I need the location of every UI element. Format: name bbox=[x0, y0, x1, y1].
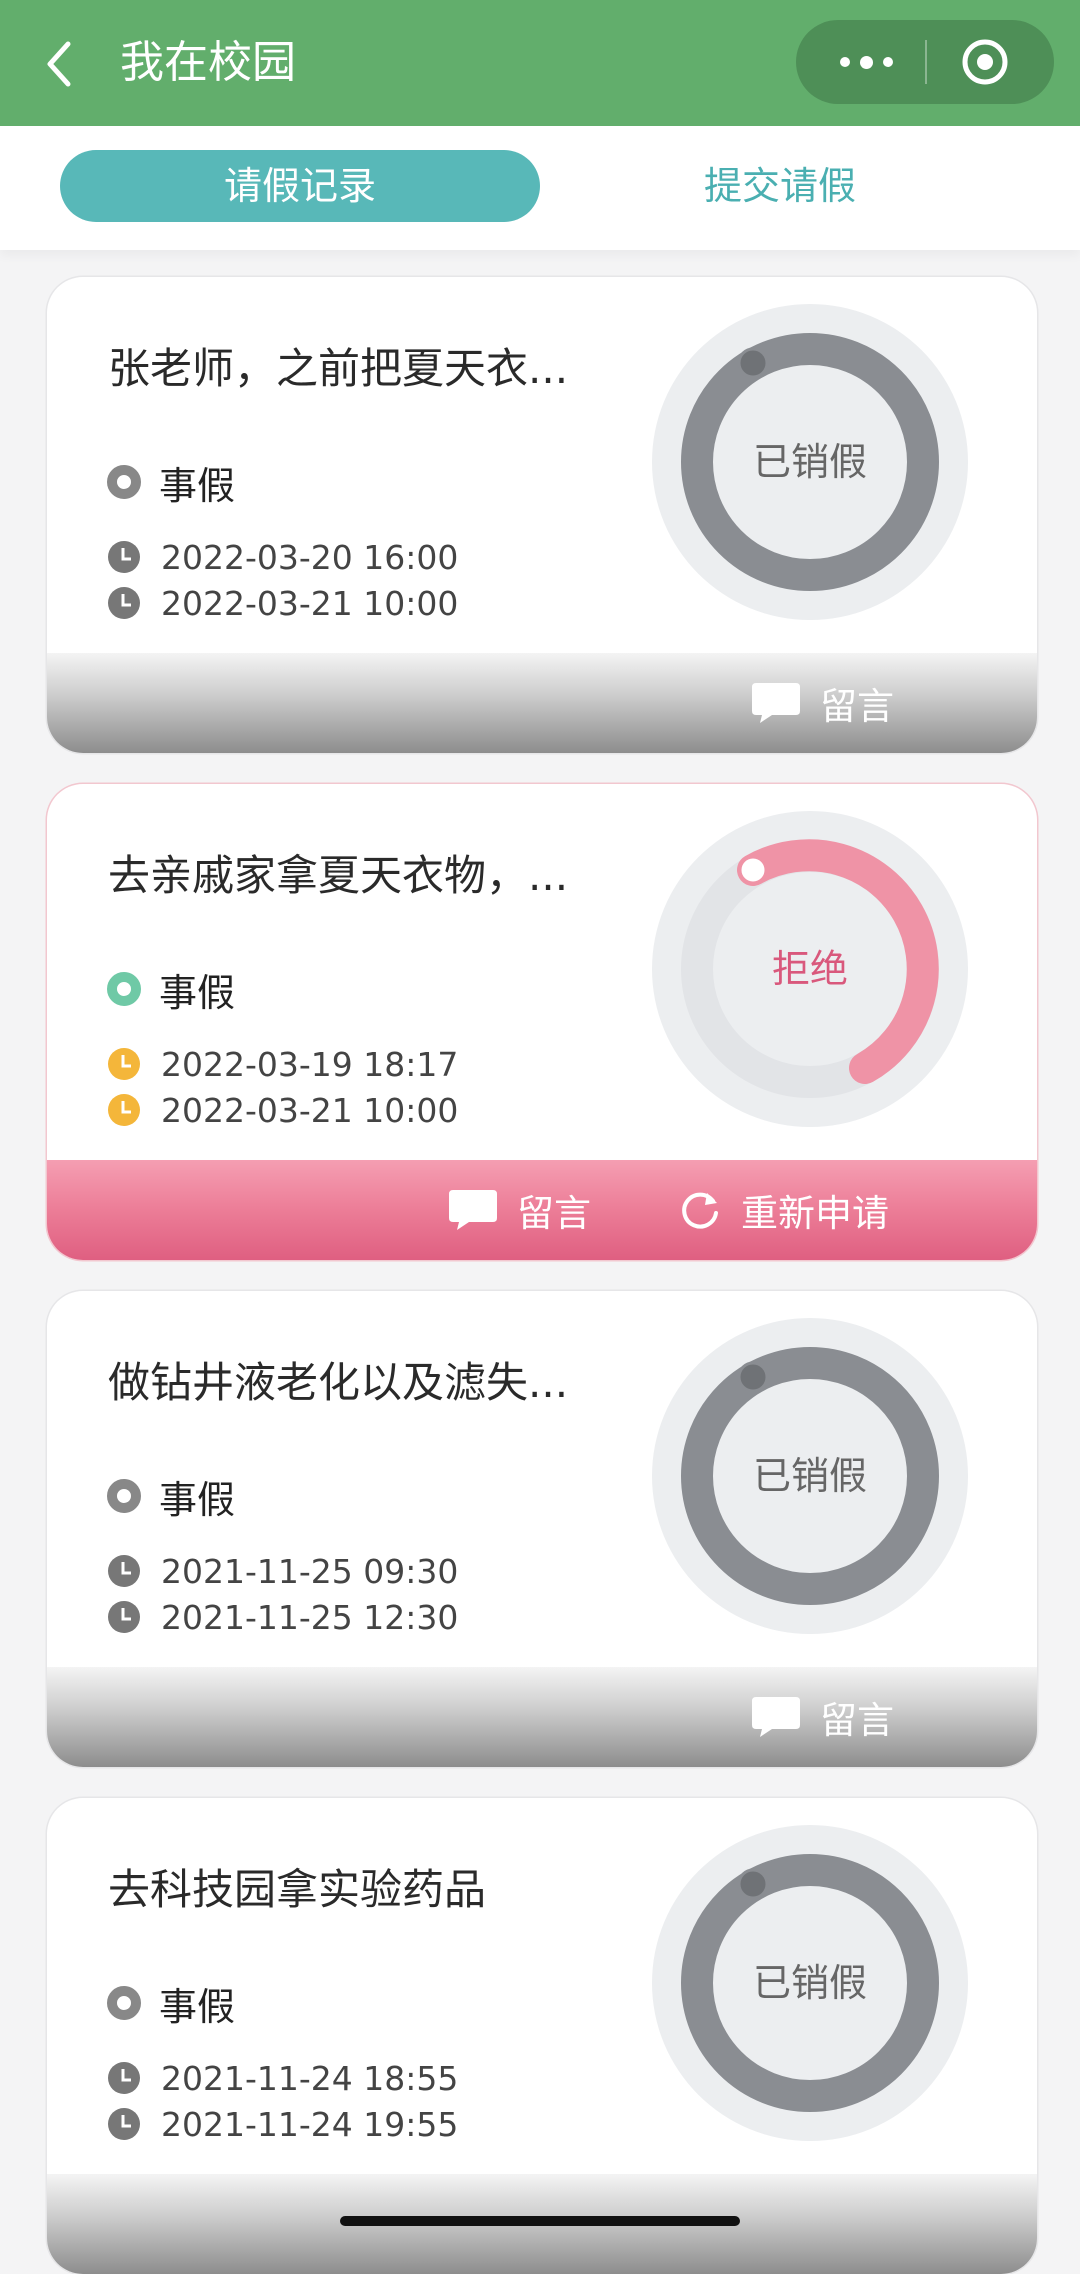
start-time: 2022-03-19 18:17 bbox=[161, 1044, 459, 1084]
leave-card[interactable]: 张老师，之前把夏天衣... 事假 2022-03-20 16:00 2022-0… bbox=[47, 277, 1037, 753]
clock-icon bbox=[108, 1555, 140, 1587]
leave-type: 事假 bbox=[159, 1984, 236, 2029]
comment-label: 留言 bbox=[517, 1192, 591, 1235]
back-arrow-icon[interactable] bbox=[36, 34, 86, 94]
leave-type: 事假 bbox=[159, 970, 236, 1015]
reapply-button[interactable]: 重新申请 bbox=[677, 1160, 889, 1260]
leave-reason: 去科技园拿实验药品 bbox=[108, 1865, 487, 1914]
comment-bubble-icon bbox=[752, 683, 800, 723]
end-time: 2022-03-21 10:00 bbox=[161, 1090, 459, 1130]
start-time-row: 2022-03-19 18:17 bbox=[107, 1044, 458, 1084]
tab-submit-leave[interactable]: 提交请假 bbox=[600, 150, 960, 222]
start-time-row: 2022-03-20 16:00 bbox=[107, 537, 458, 577]
card-action-bar: 留言 bbox=[47, 1667, 1037, 1767]
end-time: 2022-03-21 10:00 bbox=[161, 583, 459, 623]
more-menu-button[interactable] bbox=[826, 42, 906, 82]
more-dot-icon bbox=[882, 57, 893, 67]
comment-label: 留言 bbox=[820, 1699, 894, 1742]
status-label: 拒绝 bbox=[771, 947, 848, 991]
leave-type-row: 事假 bbox=[107, 1978, 236, 2029]
leave-type-dot-icon bbox=[107, 465, 141, 499]
leave-type: 事假 bbox=[159, 1477, 236, 1522]
close-target-icon[interactable] bbox=[960, 37, 1010, 87]
leave-card[interactable]: 去亲戚家拿夏天衣物，... 事假 2022-03-19 18:17 2022-0… bbox=[47, 784, 1037, 1260]
end-time-row: 2022-03-21 10:00 bbox=[107, 583, 458, 623]
leave-reason: 做钻井液老化以及滤失... bbox=[108, 1358, 569, 1407]
tab-bar: 请假记录 提交请假 bbox=[0, 126, 1080, 250]
clock-icon bbox=[108, 541, 140, 573]
more-dot-icon bbox=[859, 55, 873, 69]
comment-button[interactable]: 留言 bbox=[447, 1160, 591, 1260]
end-time: 2021-11-24 19:55 bbox=[161, 2104, 459, 2144]
leave-card[interactable]: 做钻井液老化以及滤失... 事假 2021-11-25 09:30 2021-1… bbox=[47, 1291, 1037, 1767]
capsule-divider bbox=[925, 40, 927, 84]
card-action-bar: 留言 重新申请 bbox=[47, 1160, 1037, 1260]
more-dot-icon bbox=[839, 57, 850, 67]
leave-type-row: 事假 bbox=[107, 964, 236, 1015]
refresh-icon bbox=[682, 1192, 718, 1229]
home-indicator bbox=[340, 2216, 740, 2226]
comment-bubble-icon bbox=[449, 1190, 497, 1230]
clock-icon bbox=[108, 1048, 140, 1080]
start-time-row: 2021-11-25 09:30 bbox=[107, 1551, 458, 1591]
end-time: 2021-11-25 12:30 bbox=[161, 1597, 459, 1637]
reapply-label: 重新申请 bbox=[741, 1192, 889, 1235]
comment-button[interactable]: 留言 bbox=[750, 653, 894, 753]
clock-icon bbox=[108, 1601, 140, 1633]
start-time-row: 2021-11-24 18:55 bbox=[107, 2058, 458, 2098]
leave-reason: 张老师，之前把夏天衣... bbox=[108, 344, 569, 393]
leave-type-dot-icon bbox=[107, 1986, 141, 2020]
leave-type-dot-icon bbox=[107, 972, 141, 1006]
leave-type-row: 事假 bbox=[107, 1471, 236, 1522]
end-time-row: 2021-11-25 12:30 bbox=[107, 1597, 458, 1637]
clock-icon bbox=[108, 1094, 140, 1126]
status-label: 已销假 bbox=[752, 1961, 867, 2005]
clock-icon bbox=[108, 2062, 140, 2094]
comment-bubble-icon bbox=[752, 1697, 800, 1737]
status-label: 已销假 bbox=[752, 1454, 867, 1498]
leave-type-dot-icon bbox=[107, 1479, 141, 1513]
miniprogram-capsule bbox=[796, 20, 1054, 104]
card-action-bar: 留言 bbox=[47, 653, 1037, 753]
leave-type: 事假 bbox=[159, 463, 236, 508]
start-time: 2022-03-20 16:00 bbox=[161, 537, 459, 577]
start-time: 2021-11-24 18:55 bbox=[161, 2058, 459, 2098]
tab-leave-records[interactable]: 请假记录 bbox=[60, 150, 540, 222]
start-time: 2021-11-25 09:30 bbox=[161, 1551, 459, 1591]
app-header: 我在校园 bbox=[0, 0, 1080, 126]
end-time-row: 2021-11-24 19:55 bbox=[107, 2104, 458, 2144]
end-time-row: 2022-03-21 10:00 bbox=[107, 1090, 458, 1130]
leave-card[interactable]: 去科技园拿实验药品 事假 2021-11-24 18:55 2021-11-24… bbox=[47, 1798, 1037, 2274]
clock-icon bbox=[108, 2108, 140, 2140]
page-title: 我在校园 bbox=[120, 37, 296, 88]
leave-reason: 去亲戚家拿夏天衣物，... bbox=[108, 851, 569, 900]
leave-type-row: 事假 bbox=[107, 457, 236, 508]
comment-button[interactable]: 留言 bbox=[750, 1667, 894, 1767]
clock-icon bbox=[108, 587, 140, 619]
comment-label: 留言 bbox=[820, 685, 894, 728]
status-label: 已销假 bbox=[752, 440, 867, 484]
